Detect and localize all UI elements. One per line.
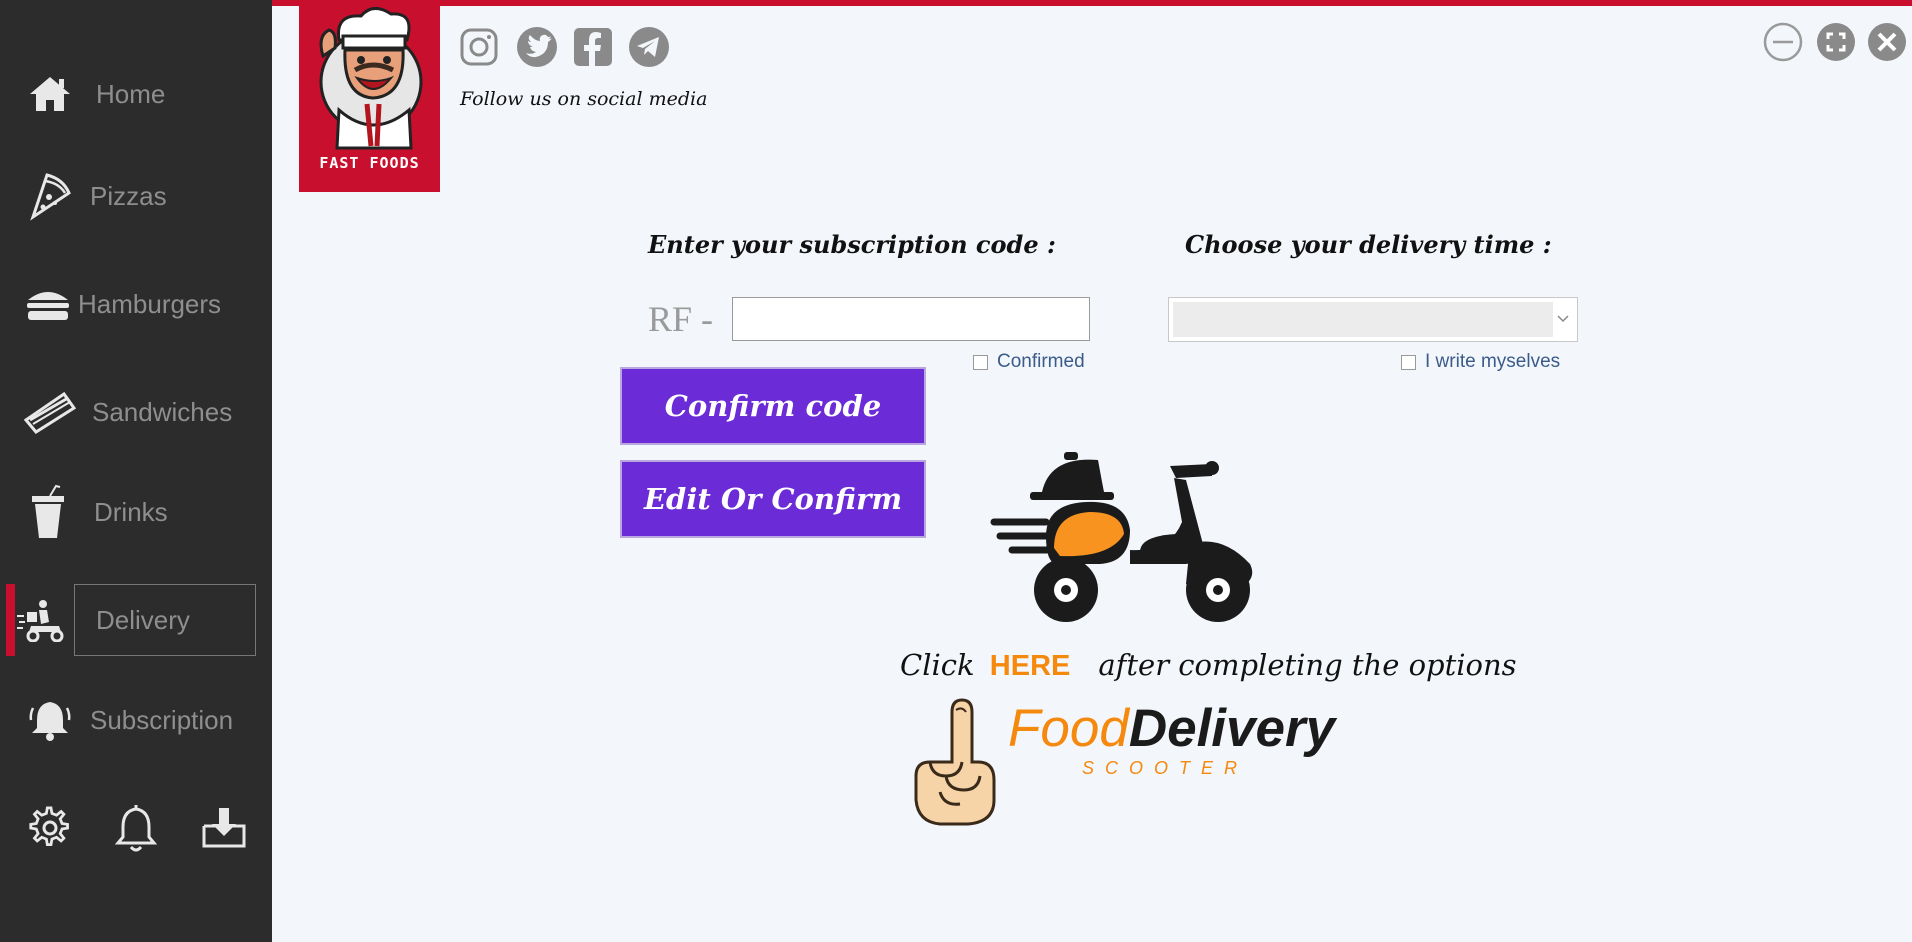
sidebar-item-home[interactable]: Home: [0, 58, 272, 130]
cta-click: Click: [900, 648, 975, 682]
sandwich-icon: [24, 386, 76, 438]
gear-icon[interactable]: [22, 800, 78, 856]
twitter-icon[interactable]: [516, 26, 558, 68]
sidebar-item-label: Hamburgers: [78, 288, 222, 319]
subscription-code-input[interactable]: [732, 297, 1090, 341]
checkbox-box[interactable]: [1401, 354, 1416, 370]
active-indicator: [6, 584, 15, 656]
logo-delivery-word: Delivery: [1128, 699, 1336, 758]
checkbox-label: Confirmed: [997, 351, 1085, 372]
drink-icon: [22, 484, 74, 538]
pointing-hand-icon: [914, 698, 996, 826]
confirm-code-button[interactable]: Confirm code: [620, 367, 926, 445]
minimize-icon[interactable]: [1763, 22, 1803, 62]
bell-icon[interactable]: [108, 800, 164, 856]
logo-food-word: Food: [1008, 699, 1129, 758]
top-accent-bar: [272, 0, 1912, 6]
download-icon[interactable]: [196, 800, 252, 856]
fast-foods-logo: FAST FOODS: [299, 0, 440, 192]
alarm-bell-icon: [24, 694, 76, 746]
sidebar-item-delivery[interactable]: Delivery: [0, 584, 272, 656]
delivery-scooter-icon: [16, 594, 68, 646]
chef-mascot-icon: [319, 7, 423, 150]
sidebar-item-label: Delivery: [96, 604, 190, 635]
cta-rest: after completing the options: [1098, 648, 1517, 682]
delivery-time-select[interactable]: [1168, 297, 1578, 342]
sidebar-item-drinks[interactable]: Drinks: [0, 476, 272, 548]
delivery-time-heading: Choose your delivery time :: [1185, 230, 1552, 259]
sidebar: Home Pizzas Hamburgers Sandwiches Drinks…: [0, 0, 272, 942]
edit-or-confirm-button[interactable]: Edit Or Confirm: [620, 460, 926, 538]
delivery-scooter-illustration[interactable]: [990, 452, 1260, 628]
write-myself-checkbox[interactable]: I write myselves: [1401, 351, 1560, 373]
code-prefix: RF -: [648, 299, 714, 339]
sidebar-item-label: Drinks: [94, 496, 168, 527]
sidebar-bottom-icons: [0, 800, 272, 860]
logo-text: FAST FOODS: [319, 154, 420, 172]
sidebar-item-pizzas[interactable]: Pizzas: [0, 160, 272, 232]
chevron-down-icon: [1557, 315, 1569, 323]
sidebar-item-label: Subscription: [90, 704, 234, 735]
cta-text: Click HERE after completing the options: [900, 648, 1517, 683]
home-icon: [24, 68, 76, 120]
hamburger-icon: [22, 278, 74, 330]
food-delivery-scooter-logo: FoodDelivery SCOOTER: [1008, 698, 1368, 788]
logo-scooter-word: SCOOTER: [1082, 758, 1249, 778]
checkbox-box[interactable]: [973, 354, 988, 370]
pizza-icon: [24, 170, 76, 222]
close-icon[interactable]: [1867, 22, 1907, 62]
facebook-icon[interactable]: [572, 26, 614, 68]
here-link[interactable]: HERE: [990, 650, 1071, 682]
sidebar-item-label: Pizzas: [90, 180, 167, 211]
social-caption: Follow us on social media: [460, 88, 708, 110]
instagram-icon[interactable]: [458, 26, 500, 68]
sidebar-item-subscription[interactable]: Subscription: [0, 684, 272, 756]
telegram-icon[interactable]: [628, 26, 670, 68]
sidebar-item-label: Sandwiches: [92, 396, 233, 427]
sidebar-item-sandwiches[interactable]: Sandwiches: [0, 376, 272, 448]
subscription-heading: Enter your subscription code :: [648, 230, 1056, 259]
checkbox-label: I write myselves: [1425, 351, 1561, 372]
maximize-icon[interactable]: [1816, 22, 1856, 62]
sidebar-item-hamburgers[interactable]: Hamburgers: [0, 268, 272, 340]
select-value: [1173, 302, 1553, 337]
sidebar-item-label: Home: [96, 78, 166, 109]
confirmed-checkbox[interactable]: Confirmed: [973, 351, 1085, 373]
